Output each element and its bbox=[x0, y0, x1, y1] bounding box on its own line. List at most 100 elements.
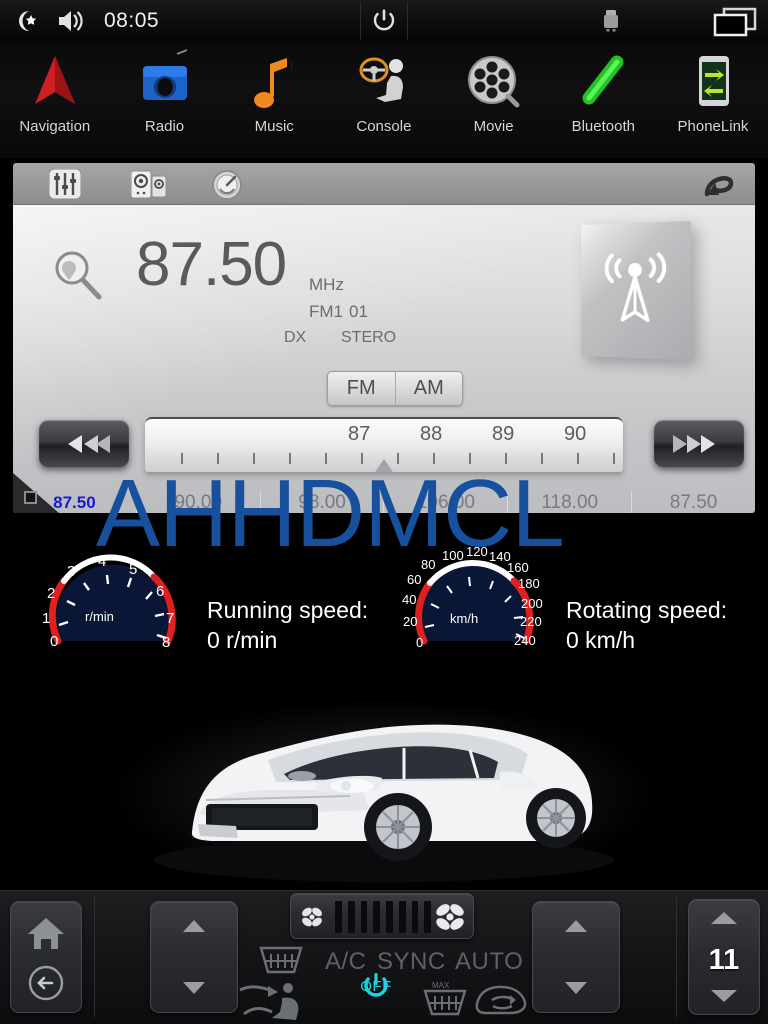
svg-text:2: 2 bbox=[47, 585, 55, 602]
bluetooth-icon bbox=[569, 48, 637, 116]
fan-speed-control[interactable] bbox=[290, 893, 474, 939]
fan-small-icon[interactable] bbox=[299, 905, 325, 934]
chevron-down-icon[interactable] bbox=[565, 982, 587, 994]
scale-label: 89 bbox=[492, 423, 515, 445]
svg-text:1: 1 bbox=[42, 610, 50, 627]
fan-bar[interactable] bbox=[411, 901, 419, 933]
svg-text:220: 220 bbox=[520, 614, 542, 629]
app-label: PhoneLink bbox=[677, 118, 749, 135]
left-temp-control[interactable] bbox=[150, 901, 238, 1013]
preset-button[interactable]: 98.00 bbox=[261, 492, 385, 513]
home-back-pill bbox=[10, 901, 82, 1013]
fan-bar[interactable] bbox=[398, 901, 406, 933]
equalizer-icon[interactable] bbox=[48, 168, 82, 200]
gauge-row: 0 1 2 3 4 5 6 7 8 r/min Running speed: 0… bbox=[0, 533, 768, 665]
fan-bar[interactable] bbox=[386, 901, 393, 933]
max-defrost-icon[interactable]: MAX bbox=[420, 978, 470, 1023]
app-label: Bluetooth bbox=[571, 118, 635, 135]
volume-value: 11 bbox=[708, 944, 740, 976]
fan-bar[interactable] bbox=[347, 901, 355, 933]
band-am-button[interactable]: AM bbox=[396, 372, 463, 405]
back-circle-icon[interactable] bbox=[27, 964, 65, 1007]
svg-text:120: 120 bbox=[466, 544, 488, 559]
preset-button[interactable]: 118.00 bbox=[508, 492, 633, 513]
back-arrow-icon[interactable] bbox=[701, 168, 737, 200]
app-label: Console bbox=[356, 118, 412, 135]
running-speed-readout: Running speed: 0 r/min bbox=[207, 595, 368, 656]
rear-defrost-icon[interactable] bbox=[258, 944, 304, 981]
scale-tick bbox=[433, 453, 435, 464]
chevron-up-icon[interactable] bbox=[565, 920, 587, 932]
airflow-seat-icon[interactable] bbox=[238, 978, 318, 1024]
svg-text:7: 7 bbox=[166, 610, 174, 627]
rotating-speed-value: 0 km/h bbox=[566, 627, 636, 654]
fan-bar[interactable] bbox=[335, 901, 342, 933]
svg-text:180: 180 bbox=[518, 576, 540, 591]
fan-bar[interactable] bbox=[424, 901, 431, 933]
app-movie[interactable]: Movie bbox=[439, 42, 549, 158]
scale-tick bbox=[469, 453, 471, 464]
app-console[interactable]: Console bbox=[329, 42, 439, 158]
preset-number: 01 bbox=[349, 302, 368, 321]
scale-tick bbox=[397, 453, 399, 464]
band-selector: FM AM bbox=[327, 371, 463, 406]
chevron-up-icon[interactable] bbox=[183, 920, 205, 932]
search-icon[interactable] bbox=[49, 247, 107, 305]
distance-mode-label: DX bbox=[284, 329, 307, 346]
film-reel-icon bbox=[460, 48, 528, 116]
app-bluetooth[interactable]: Bluetooth bbox=[548, 42, 658, 158]
app-phonelink[interactable]: PhoneLink bbox=[658, 42, 768, 158]
app-dock: Navigation Radio Music Console Movie Blu… bbox=[0, 42, 768, 158]
svg-text:0: 0 bbox=[416, 635, 423, 650]
moon-star-icon bbox=[12, 7, 40, 35]
tachometer-gauge: 0 1 2 3 4 5 6 7 8 r/min bbox=[38, 541, 188, 661]
preset-button[interactable]: 106.00 bbox=[384, 492, 509, 513]
band-slot-label: FM1 bbox=[309, 302, 343, 321]
navigation-arrow-icon bbox=[21, 48, 89, 116]
loudness-dial-icon[interactable] bbox=[209, 169, 245, 200]
usb-icon bbox=[600, 8, 622, 34]
chevron-down-icon[interactable] bbox=[183, 982, 205, 994]
scale-labels: 87 88 89 90 bbox=[145, 423, 623, 449]
app-music[interactable]: Music bbox=[219, 42, 329, 158]
auto-button[interactable]: AUTO bbox=[455, 948, 523, 976]
seek-previous-icon[interactable] bbox=[39, 420, 129, 467]
resize-handle-icon[interactable] bbox=[24, 491, 37, 504]
tuning-scale[interactable]: 87 88 89 90 bbox=[145, 417, 623, 472]
speedometer-gauge: 0 20 40 60 80 100 120 140 160 180 200 22… bbox=[400, 541, 550, 661]
app-radio[interactable]: Radio bbox=[110, 42, 220, 158]
power-icon[interactable] bbox=[360, 2, 408, 40]
svg-text:6: 6 bbox=[156, 583, 164, 600]
app-label: Music bbox=[254, 118, 294, 135]
status-bar: 08:05 bbox=[0, 0, 768, 42]
preset-button[interactable]: 90.00 bbox=[137, 492, 261, 513]
scale-label: 87 bbox=[348, 423, 371, 445]
recirculate-icon[interactable] bbox=[474, 982, 528, 1021]
home-icon[interactable] bbox=[26, 914, 66, 957]
fan-bar[interactable] bbox=[373, 901, 380, 933]
music-note-icon bbox=[240, 48, 308, 116]
scale-label: 88 bbox=[420, 423, 443, 445]
multiwindow-icon[interactable] bbox=[712, 7, 758, 37]
fan-large-icon[interactable] bbox=[433, 901, 467, 938]
bar-divider bbox=[94, 897, 95, 1017]
app-navigation[interactable]: Navigation bbox=[0, 42, 110, 158]
scale-tick bbox=[217, 453, 219, 464]
fan-bar[interactable] bbox=[360, 901, 368, 933]
chevron-down-icon[interactable] bbox=[711, 990, 737, 1002]
stereo-mode-label: STERO bbox=[341, 329, 397, 346]
speakers-icon[interactable] bbox=[130, 169, 167, 199]
preset-button[interactable]: 87.50 bbox=[632, 492, 755, 513]
volume-control[interactable]: 11 bbox=[688, 899, 760, 1015]
svg-text:100: 100 bbox=[442, 548, 464, 563]
fan-level-bars[interactable] bbox=[335, 901, 431, 933]
seek-next-icon[interactable] bbox=[654, 420, 744, 467]
band-fm-button[interactable]: FM bbox=[328, 372, 396, 405]
right-temp-control[interactable] bbox=[532, 901, 620, 1013]
svg-text:240: 240 bbox=[514, 633, 536, 648]
rotating-speed-readout: Rotating speed: 0 km/h bbox=[566, 595, 727, 656]
scale-tick bbox=[577, 453, 579, 464]
chevron-up-icon[interactable] bbox=[711, 912, 737, 924]
tach-unit-label: r/min bbox=[85, 609, 114, 624]
speed-unit-label: km/h bbox=[450, 611, 478, 626]
